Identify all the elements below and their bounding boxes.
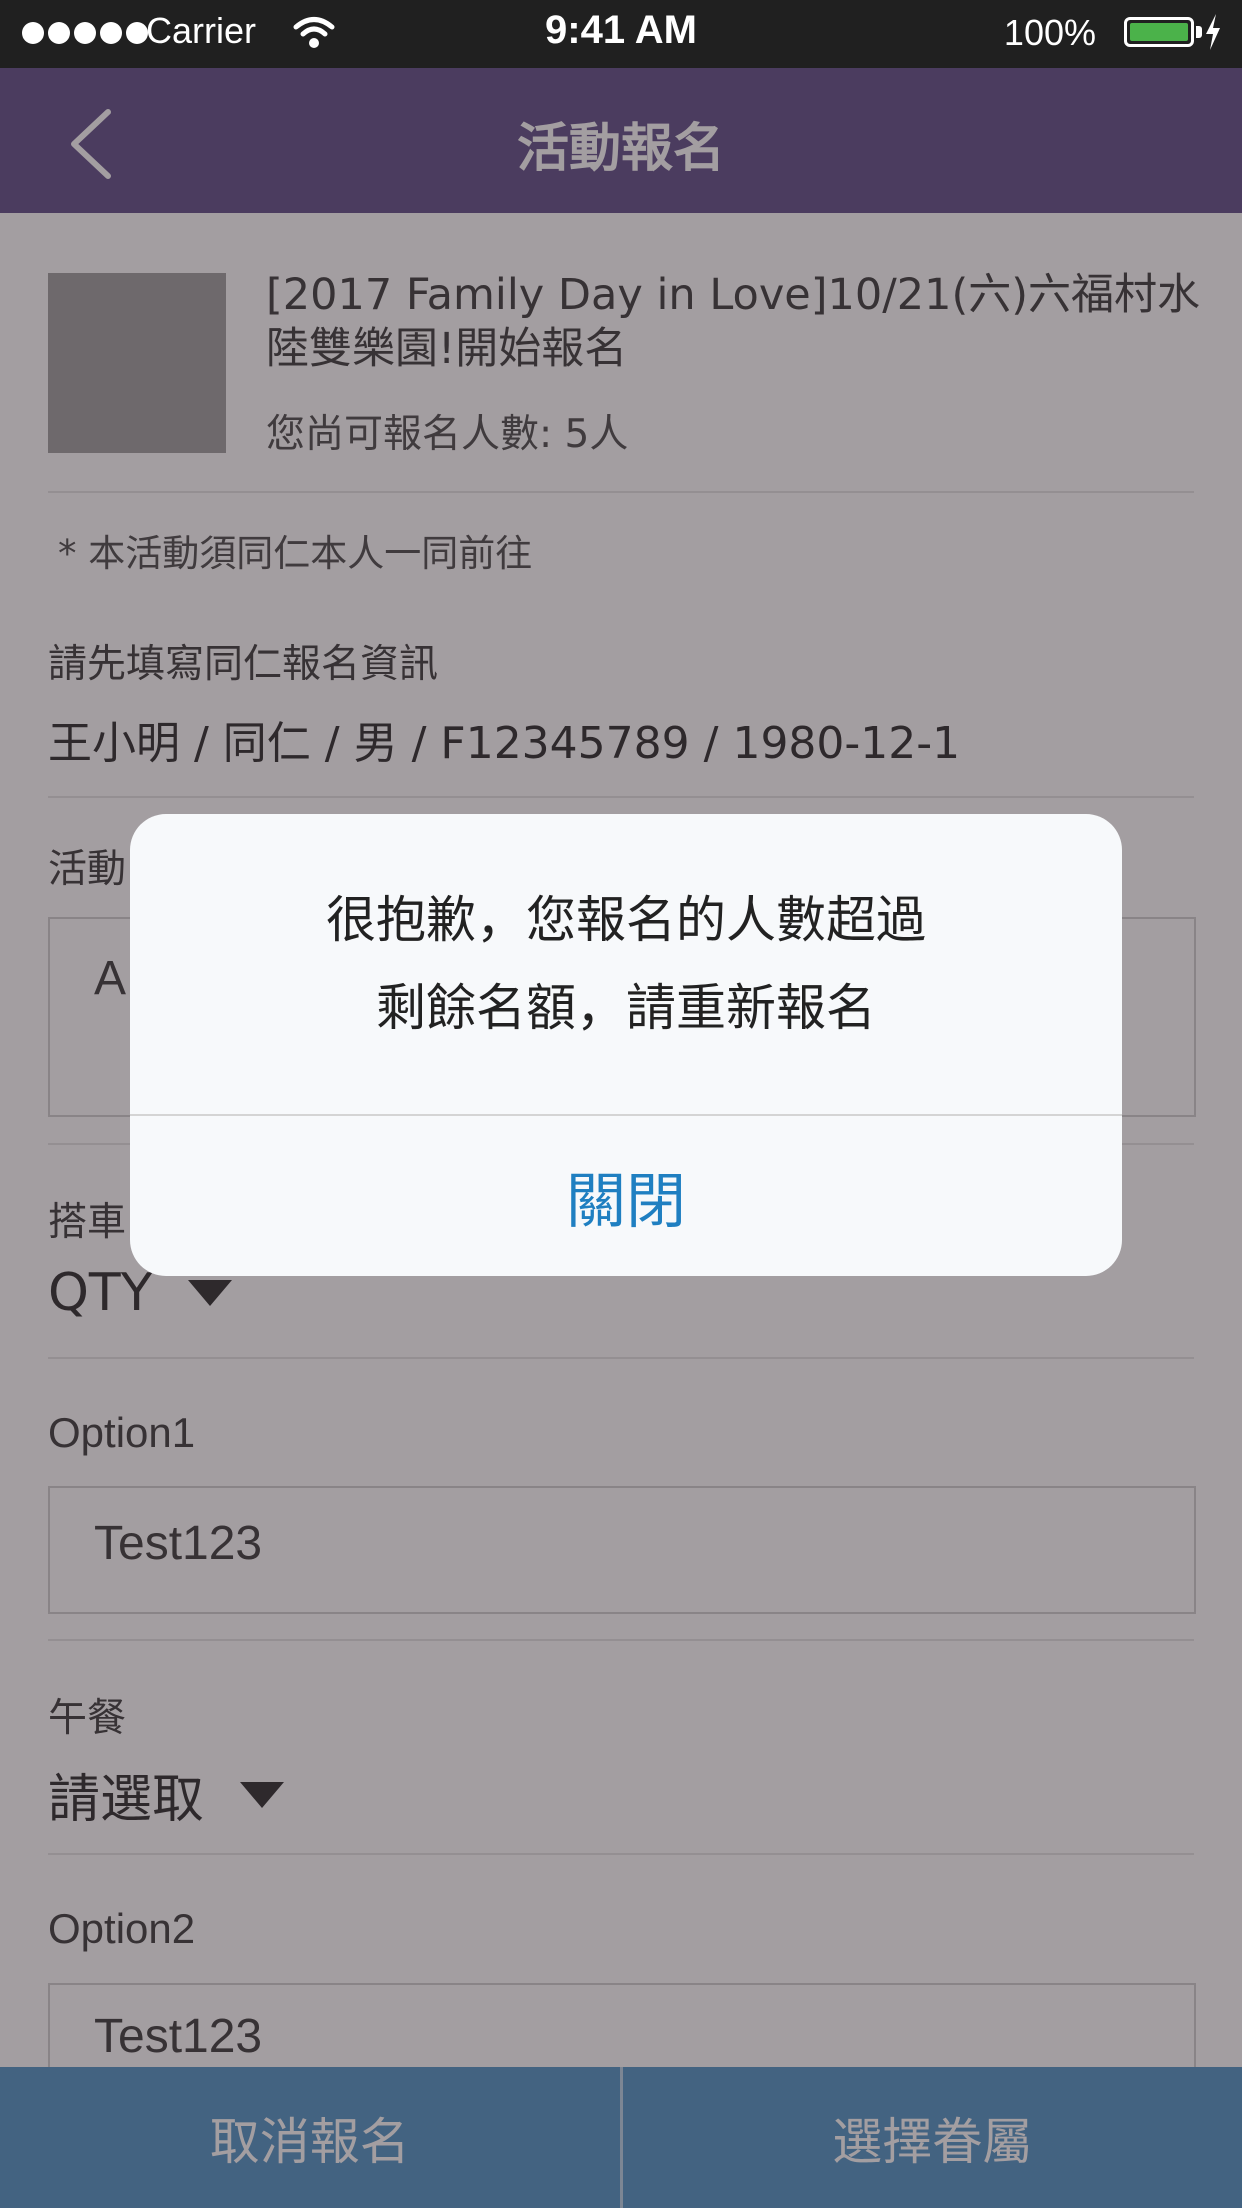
battery-icon <box>1124 17 1194 47</box>
battery-cap <box>1196 26 1202 38</box>
battery-percent: 100% <box>1003 12 1096 53</box>
alert-message: 很抱歉，您報名的人數超過 剩餘名額，請重新報名 <box>130 876 1122 1052</box>
alert-message-line1: 很抱歉，您報名的人數超過 <box>326 891 926 949</box>
status-bar: Carrier 9:41 AM 100% <box>0 0 1242 68</box>
alert-dialog: 很抱歉，您報名的人數超過 剩餘名額，請重新報名 關閉 <box>130 814 1122 1276</box>
charging-bolt-icon <box>1204 14 1222 54</box>
close-button[interactable]: 關閉 <box>130 1116 1122 1276</box>
alert-message-line2: 剩餘名額，請重新報名 <box>376 979 876 1037</box>
